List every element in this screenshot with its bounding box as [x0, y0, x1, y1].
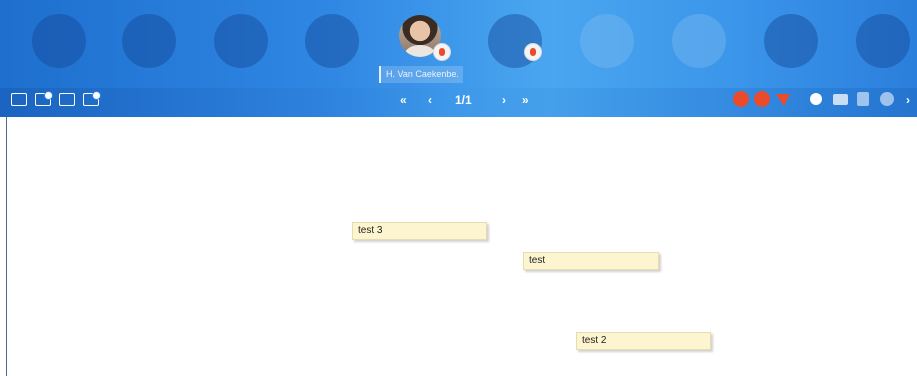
participant-name: H. Van Caekenbe. — [379, 66, 463, 83]
participant-slot[interactable] — [580, 14, 634, 68]
first-page-button[interactable]: « — [400, 92, 407, 108]
participant-slot[interactable] — [214, 14, 268, 68]
screen-share-icon[interactable] — [35, 91, 53, 106]
pointer-icon[interactable] — [775, 92, 791, 108]
sticky-note[interactable]: test — [523, 252, 659, 270]
sticky-note[interactable]: test 3 — [352, 222, 487, 240]
participant-slot[interactable] — [856, 14, 910, 68]
microphone-icon[interactable] — [433, 43, 451, 61]
microphone-icon[interactable] — [733, 91, 749, 107]
sticky-note[interactable]: test 2 — [576, 332, 711, 350]
participant-slot[interactable] — [32, 14, 86, 68]
clip-icon[interactable] — [857, 92, 869, 106]
more-icon[interactable]: › — [906, 92, 910, 108]
microphone-icon[interactable] — [524, 43, 542, 61]
previous-page-button[interactable]: ‹ — [428, 92, 432, 108]
participant-slot[interactable] — [305, 14, 359, 68]
last-page-button[interactable]: » — [522, 92, 529, 108]
refresh-icon[interactable] — [880, 92, 894, 106]
page-indicator: 1/1 — [455, 93, 472, 107]
brightness-icon[interactable] — [810, 93, 822, 105]
participant-bar: H. Van Caekenbe. « ‹ 1/1 › » › — [0, 0, 917, 117]
presentation-icon[interactable] — [59, 93, 75, 106]
participant-slot[interactable] — [672, 14, 726, 68]
participant-slot[interactable] — [122, 14, 176, 68]
whiteboard-icon[interactable] — [11, 93, 27, 106]
camera-record-icon[interactable] — [754, 91, 770, 107]
document-icon[interactable] — [83, 91, 101, 106]
canvas-border — [6, 117, 7, 376]
participant-slot[interactable] — [764, 14, 818, 68]
snapshot-icon[interactable] — [833, 94, 848, 105]
next-page-button[interactable]: › — [502, 92, 506, 108]
